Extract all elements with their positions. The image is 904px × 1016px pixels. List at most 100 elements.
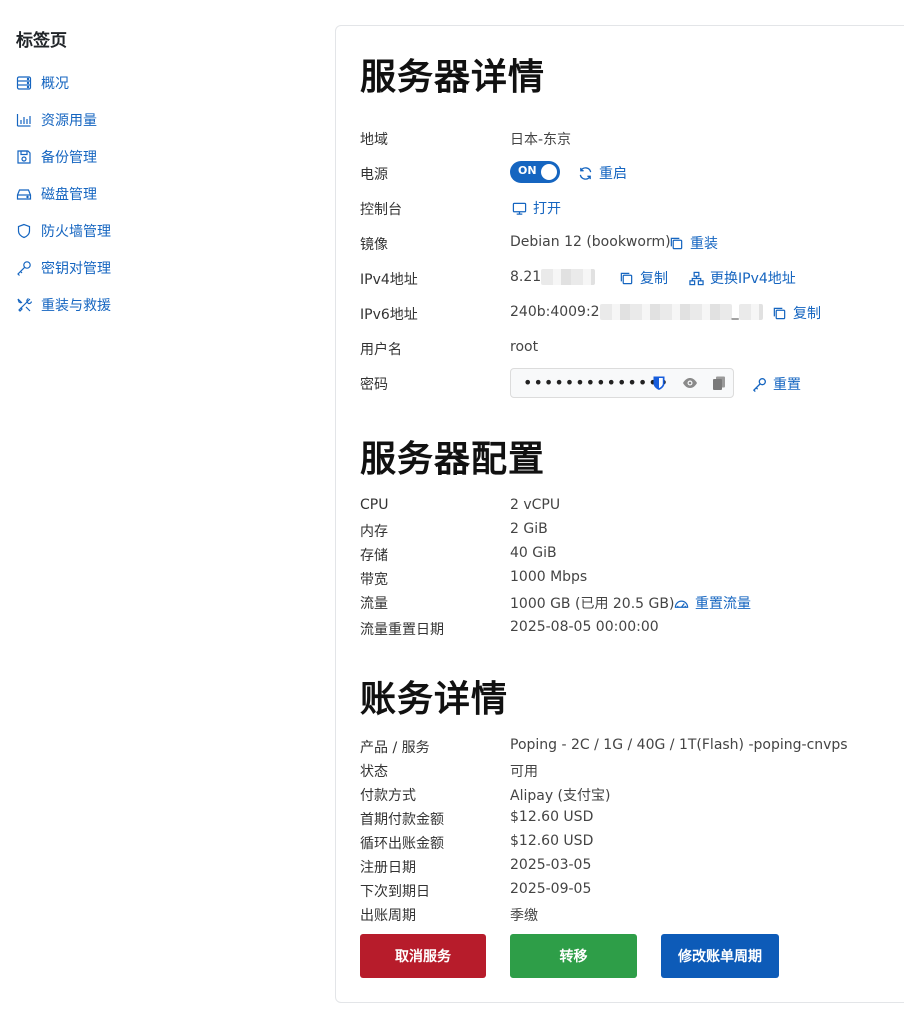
- billing-value: 可用: [510, 764, 538, 780]
- copy-icon: [773, 307, 786, 319]
- network-icon: [689, 271, 704, 285]
- server-card: 服务器详情 地域 日本-东京 电源 ON 重启 控制台 打开 镜像 Debian…: [335, 25, 904, 1003]
- sidebar-item-keypairs[interactable]: 密钥对管理: [16, 257, 111, 279]
- change-ipv4-label: 更换IPv4地址: [710, 271, 796, 287]
- config-value: 1000 GB (已用 20.5 GB): [510, 596, 675, 612]
- region-label: 地域: [360, 132, 388, 148]
- ipv4-value: 8.21: [510, 269, 596, 285]
- billing-label: 下次到期日: [360, 884, 430, 900]
- reset-traffic-label: 重置流量: [695, 596, 751, 612]
- sidebar-item-overview[interactable]: 概况: [16, 72, 69, 94]
- console-open-label: 打开: [533, 201, 561, 217]
- reset-password-button[interactable]: 重置: [752, 374, 801, 394]
- billing-label: 产品 / 服务: [360, 740, 430, 756]
- ipv4-visible: 8.21: [510, 269, 542, 285]
- copy-ipv6-button[interactable]: 复制: [772, 303, 821, 323]
- username-value: root: [510, 339, 539, 355]
- sidebar-item-label: 密钥对管理: [41, 261, 111, 277]
- restart-label: 重启: [599, 166, 627, 182]
- config-label: 内存: [360, 524, 388, 540]
- restart-button[interactable]: 重启: [578, 163, 627, 183]
- reset-traffic-button[interactable]: 重置流量: [674, 593, 751, 613]
- ipv4-label: IPv4地址: [360, 272, 418, 288]
- sidebar-item-label: 防火墙管理: [41, 224, 111, 240]
- sidebar-item-label: 备份管理: [41, 150, 97, 166]
- config-label: 流量: [360, 596, 388, 612]
- power-toggle[interactable]: ON: [510, 161, 560, 183]
- transfer-button[interactable]: 转移: [510, 934, 637, 978]
- ipv6-visible: 240b:4009:2: [510, 304, 600, 320]
- billing-value: 2025-09-05: [510, 881, 592, 897]
- billing-label: 首期付款金额: [360, 812, 444, 828]
- password-mask: ••••••••••••••: [523, 373, 670, 392]
- billing-value: Poping - 2C / 1G / 40G / 1T(Flash) -popi…: [510, 737, 848, 753]
- bar-chart-icon: [16, 114, 31, 127]
- shield-icon: [17, 223, 31, 239]
- billing-value: Alipay (支付宝): [510, 788, 611, 804]
- sidebar-item-disk[interactable]: 磁盘管理: [16, 183, 97, 205]
- config-label: 流量重置日期: [360, 622, 444, 638]
- billing-value: 2025-03-05: [510, 857, 592, 873]
- copy-ipv4-button[interactable]: 复制: [619, 268, 668, 288]
- sidebar-item-backup[interactable]: 备份管理: [16, 146, 97, 168]
- key-icon: [752, 377, 766, 392]
- password-field[interactable]: ••••••••••••••: [510, 368, 734, 398]
- console-open-button[interactable]: 打开: [512, 198, 561, 218]
- billing-label: 循环出账金额: [360, 836, 444, 852]
- monitor-icon: [512, 202, 527, 215]
- sidebar-item-rescue[interactable]: 重装与救援: [16, 294, 111, 316]
- sidebar-item-firewall[interactable]: 防火墙管理: [16, 220, 111, 242]
- billing-label: 状态: [360, 764, 388, 780]
- sidebar-title: 标签页: [16, 31, 67, 51]
- ipv6-value: 240b:4009:2 _: [510, 304, 763, 320]
- clipboard-icon[interactable]: [711, 375, 727, 391]
- billing-label: 付款方式: [360, 788, 416, 804]
- config-value: 40 GiB: [510, 545, 557, 561]
- eye-icon[interactable]: [682, 375, 698, 391]
- sidebar-item-label: 重装与救援: [41, 298, 111, 314]
- hdd-icon: [16, 189, 32, 200]
- power-state: ON: [518, 164, 537, 177]
- reinstall-button[interactable]: 重装: [669, 233, 718, 253]
- image-value: Debian 12 (bookworm): [510, 234, 671, 250]
- power-label: 电源: [360, 167, 388, 183]
- ipv6-redacted: [599, 304, 732, 320]
- change-ipv4-button[interactable]: 更换IPv4地址: [689, 268, 796, 288]
- config-value: 2 GiB: [510, 521, 548, 537]
- sidebar-item-label: 磁盘管理: [41, 187, 97, 203]
- image-label: 镜像: [360, 237, 388, 253]
- copy-label: 复制: [793, 306, 821, 322]
- config-label: 带宽: [360, 572, 388, 588]
- ipv6-label: IPv6地址: [360, 307, 418, 323]
- billing-label: 出账周期: [360, 908, 416, 924]
- config-label: 存储: [360, 548, 388, 564]
- password-label: 密码: [360, 377, 388, 393]
- billing-value: $12.60 USD: [510, 809, 594, 825]
- ipv4-redacted: [541, 269, 596, 285]
- refresh-icon: [579, 166, 592, 180]
- bitwarden-shield-icon[interactable]: [651, 375, 667, 391]
- sidebar-item-usage[interactable]: 资源用量: [16, 109, 97, 131]
- cancel-service-button[interactable]: 取消服务: [360, 934, 486, 978]
- billing-value: 季缴: [510, 908, 538, 924]
- sidebar: 标签页 概况 资源用量 备份管理 磁盘管理 防火墙管理 密钥对管理 重装与救援: [0, 0, 320, 1016]
- toggle-knob: [541, 164, 557, 180]
- billing-value: $12.60 USD: [510, 833, 594, 849]
- speedometer-icon: [674, 600, 689, 608]
- server-icon: [16, 76, 32, 90]
- tools-icon: [17, 297, 32, 312]
- config-label: CPU: [360, 497, 389, 513]
- config-value: 2 vCPU: [510, 497, 561, 513]
- billing-label: 注册日期: [360, 860, 416, 876]
- reinstall-label: 重装: [690, 236, 718, 252]
- username-label: 用户名: [360, 342, 402, 358]
- ipv6-tail: _: [731, 304, 739, 320]
- copy-label: 复制: [640, 271, 668, 287]
- server-config-title: 服务器配置: [360, 439, 546, 480]
- key-icon: [17, 261, 31, 276]
- sidebar-item-label: 资源用量: [41, 113, 97, 129]
- config-value: 2025-08-05 00:00:00: [510, 619, 659, 635]
- copy-icon: [620, 272, 633, 284]
- billing-title: 账务详情: [360, 679, 509, 720]
- change-billing-cycle-button[interactable]: 修改账单周期: [661, 934, 779, 978]
